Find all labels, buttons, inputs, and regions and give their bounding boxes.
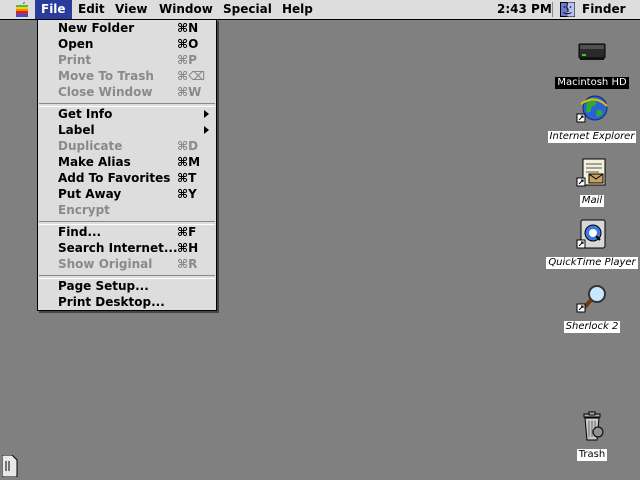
menu-help[interactable]: Help: [276, 0, 319, 19]
menu-item-label: Move To Trash: [58, 69, 154, 83]
quicktime-icon: [576, 219, 606, 249]
menu-item-get-info[interactable]: Get Info: [38, 106, 216, 122]
menu-item-shortcut: ⌘F: [177, 225, 197, 239]
menu-item-new-folder[interactable]: New Folder ⌘N: [38, 20, 216, 36]
desktop-icon-internet-explorer[interactable]: Internet Explorer: [542, 92, 640, 143]
menu-item-shortcut: ⌘Y: [177, 187, 197, 201]
menu-bar: File Edit View Window Special Help 2:43 …: [0, 0, 640, 20]
trash-icon: [583, 411, 604, 441]
menu-item-shortcut: ⌘H: [177, 241, 199, 255]
menu-item-print: Print ⌘P: [38, 52, 216, 68]
menu-item-label: Label: [58, 123, 95, 137]
submenu-arrow-icon: [204, 126, 209, 134]
menu-item-label: Duplicate: [58, 139, 123, 153]
menu-item-find[interactable]: Find... ⌘F: [38, 224, 216, 240]
menu-special[interactable]: Special: [217, 0, 278, 19]
finder-icon: [560, 2, 575, 17]
desktop-icon-label: Internet Explorer: [547, 131, 637, 143]
menu-item-move-to-trash: Move To Trash ⌘⌫: [38, 68, 216, 84]
menu-item-label: Get Info: [58, 107, 113, 121]
menu-item-label: Find...: [58, 225, 102, 239]
internet-explorer-icon: [576, 95, 608, 123]
menu-file[interactable]: File: [35, 0, 72, 19]
menu-window[interactable]: Window: [153, 0, 219, 19]
hard-drive-icon: [578, 43, 606, 60]
desktop-icon-label: Macintosh HD: [555, 77, 629, 89]
desktop-icon-label: Trash: [576, 449, 608, 461]
desktop-icon-quicktime-player[interactable]: QuickTime Player: [542, 218, 640, 269]
menu-item-close-window: Close Window ⌘W: [38, 84, 216, 100]
menu-item-shortcut: ⌘P: [177, 53, 197, 67]
menu-item-encrypt: Encrypt: [38, 202, 216, 218]
menu-item-label: Encrypt: [58, 203, 110, 217]
desktop-icon-trash[interactable]: Trash: [542, 410, 640, 461]
desktop-icon-mail[interactable]: Mail: [542, 156, 640, 207]
menu-item-make-alias[interactable]: Make Alias ⌘M: [38, 154, 216, 170]
desktop-icon-macintosh-hd[interactable]: Macintosh HD: [542, 40, 640, 89]
menubar-clock[interactable]: 2:43 PM: [491, 0, 558, 19]
desktop-icon-label: QuickTime Player: [546, 257, 638, 269]
menu-item-label: Print: [58, 53, 92, 67]
desktop-icon-sherlock[interactable]: Sherlock 2: [542, 284, 640, 333]
menu-item-search-internet[interactable]: Search Internet... ⌘H: [38, 240, 216, 256]
menu-item-label: Page Setup...: [58, 279, 149, 293]
desktop-icon-label: Sherlock 2: [563, 321, 621, 333]
menu-item-shortcut: ⌘R: [177, 257, 198, 271]
menu-view[interactable]: View: [109, 0, 153, 19]
menu-edit[interactable]: Edit: [72, 0, 111, 19]
mail-icon: [576, 158, 606, 187]
submenu-arrow-icon: [204, 110, 209, 118]
desktop-icon-label: Mail: [579, 195, 605, 207]
menu-item-show-original: Show Original ⌘R: [38, 256, 216, 272]
menu-item-shortcut: ⌘D: [177, 139, 199, 153]
menu-item-label: Open: [58, 37, 94, 51]
menu-item-shortcut: ⌘N: [177, 21, 199, 35]
menu-item-duplicate: Duplicate ⌘D: [38, 138, 216, 154]
menu-item-shortcut: ⌘T: [177, 171, 197, 185]
menu-item-shortcut: ⌘O: [177, 37, 199, 51]
application-menu[interactable]: Finder: [556, 0, 640, 19]
file-menu: New Folder ⌘N Open ⌘O Print ⌘P Move To T…: [37, 19, 217, 311]
menu-item-label: Close Window: [58, 85, 153, 99]
menu-item-label: New Folder: [58, 21, 135, 35]
menu-item-add-to-favorites[interactable]: Add To Favorites ⌘T: [38, 170, 216, 186]
sherlock-icon: [576, 285, 606, 313]
drawer-tab-icon[interactable]: [2, 455, 18, 477]
menu-item-label: Make Alias: [58, 155, 131, 169]
menu-item-label: Search Internet...: [58, 241, 178, 255]
menu-item-page-setup[interactable]: Page Setup...: [38, 278, 216, 294]
menu-item-label-submenu[interactable]: Label: [38, 122, 216, 138]
menu-item-put-away[interactable]: Put Away ⌘Y: [38, 186, 216, 202]
menu-item-label: Show Original: [58, 257, 153, 271]
menubar-divider: [552, 2, 553, 17]
menu-item-label: Add To Favorites: [58, 171, 171, 185]
application-name: Finder: [582, 2, 626, 16]
menu-item-label: Print Desktop...: [58, 295, 165, 309]
menu-item-shortcut: ⌘⌫: [177, 69, 206, 83]
menu-item-print-desktop[interactable]: Print Desktop...: [38, 294, 216, 310]
menu-item-shortcut: ⌘W: [177, 85, 202, 99]
menu-item-shortcut: ⌘M: [177, 155, 201, 169]
menu-item-open[interactable]: Open ⌘O: [38, 36, 216, 52]
apple-icon[interactable]: [13, 2, 31, 17]
menu-item-label: Put Away: [58, 187, 122, 201]
